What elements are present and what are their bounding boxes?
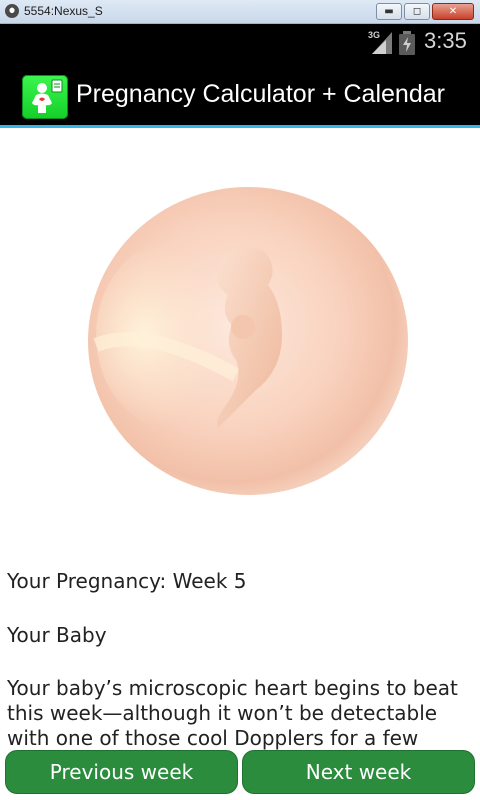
- action-bar: Pregnancy Calculator + Calendar: [0, 62, 480, 128]
- description-line: with one of those cool Dopplers for a fe…: [7, 726, 419, 750]
- signal-icon: [372, 32, 392, 54]
- embryo-illustration: [88, 187, 408, 495]
- description-line: this week—although it won’t be detectabl…: [7, 701, 438, 725]
- description-line: Your baby’s microscopic heart begins to …: [7, 676, 458, 700]
- maximize-button[interactable]: ◻: [404, 3, 430, 20]
- emulator-icon: [5, 4, 19, 18]
- baby-description: Your baby’s microscopic heart begins to …: [7, 676, 473, 751]
- mother-figure-icon: [32, 79, 63, 113]
- app-title: Pregnancy Calculator + Calendar: [76, 80, 445, 108]
- emulator-window: 5554:Nexus_S ▬ ◻ ✕ 3G 3:35 Pregnancy Cal…: [0, 0, 480, 800]
- previous-week-button[interactable]: Previous week: [5, 750, 238, 794]
- pregnancy-app-icon[interactable]: [22, 75, 68, 119]
- window-title: 5554:Nexus_S: [24, 4, 103, 18]
- content-scroll-area[interactable]: Your Pregnancy: Week 5 Your Baby Your ba…: [0, 131, 480, 800]
- status-time: 3:35: [424, 28, 467, 53]
- minimize-button[interactable]: ▬: [376, 3, 402, 20]
- week-heading: Your Pregnancy: Week 5: [7, 569, 247, 593]
- battery-icon: [399, 31, 415, 55]
- next-week-button[interactable]: Next week: [242, 750, 475, 794]
- section-title: Your Baby: [7, 623, 107, 647]
- status-bar: 3G 3:35: [0, 24, 480, 62]
- window-controls: ▬ ◻ ✕: [376, 3, 474, 20]
- window-titlebar: 5554:Nexus_S ▬ ◻ ✕: [0, 0, 480, 24]
- close-button[interactable]: ✕: [432, 3, 474, 20]
